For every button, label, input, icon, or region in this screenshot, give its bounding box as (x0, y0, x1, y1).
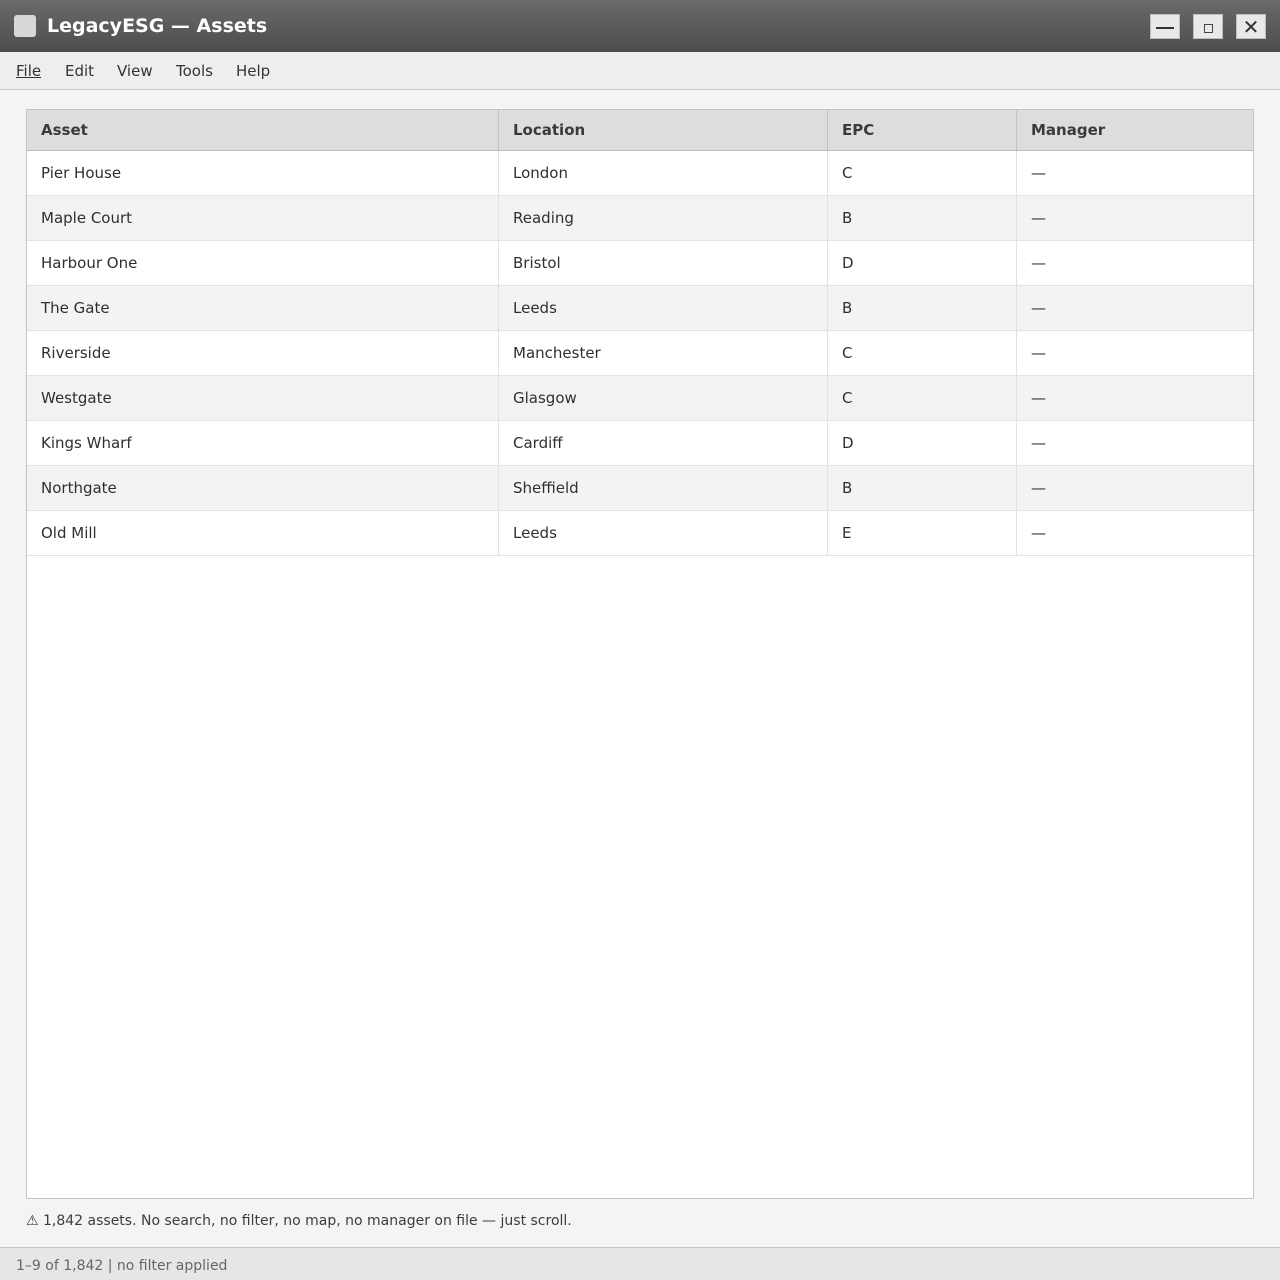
minimize-button[interactable] (1150, 14, 1180, 39)
assets-table: Asset Location EPC Manager Pier House Lon… (26, 109, 1254, 1199)
cell-manager: — (1031, 344, 1046, 362)
cell-epc: C (828, 376, 1017, 420)
table-row[interactable]: Northgate Sheffield B — (27, 466, 1253, 511)
cell-asset: Northgate (27, 466, 499, 510)
table-row[interactable]: Kings Wharf Cardiff D — (27, 421, 1253, 466)
menu-edit[interactable]: Edit (65, 61, 94, 81)
table-row[interactable]: The Gate Leeds B — (27, 286, 1253, 331)
cell-asset: Old Mill (27, 511, 499, 555)
cell-manager: — (1031, 434, 1046, 452)
status-text: 1–9 of 1,842 | no filter applied (16, 1258, 228, 1274)
menu-bar: File Edit View Tools Help (0, 52, 1280, 90)
cell-location: Manchester (499, 331, 828, 375)
cell-manager: — (1031, 209, 1046, 227)
table-row[interactable]: Riverside Manchester C — (27, 331, 1253, 376)
cell-epc: C (828, 151, 1017, 195)
menu-view[interactable]: View (117, 61, 153, 81)
cell-epc: D (828, 241, 1017, 285)
status-bar: 1–9 of 1,842 | no filter applied (0, 1247, 1280, 1280)
table-body: Pier House London C — Maple Court Reading B — Ha… (27, 151, 1253, 556)
cell-asset: The Gate (27, 286, 499, 330)
menu-help[interactable]: Help (236, 61, 270, 81)
cell-asset: Kings Wharf (27, 421, 499, 465)
cell-asset: Riverside (27, 331, 499, 375)
column-header-asset[interactable]: Asset (27, 110, 499, 150)
cell-asset: Westgate (27, 376, 499, 420)
cell-location: Leeds (499, 286, 828, 330)
cell-asset: Maple Court (27, 196, 499, 240)
cell-epc: B (828, 196, 1017, 240)
cell-manager: — (1031, 299, 1046, 317)
maximize-icon (1203, 24, 1213, 33)
cell-epc: B (828, 466, 1017, 510)
cell-location: Cardiff (499, 421, 828, 465)
cell-location: Reading (499, 196, 828, 240)
cell-manager: — (1031, 164, 1046, 182)
title-bar[interactable]: LegacyESG — Assets ✕ (0, 0, 1280, 52)
cell-epc: D (828, 421, 1017, 465)
cell-manager: — (1031, 254, 1046, 272)
menu-file[interactable]: File (16, 61, 41, 81)
app-window: LegacyESG — Assets ✕ File Edit View Tool… (0, 0, 1280, 1280)
cell-asset: Pier House (27, 151, 499, 195)
close-button[interactable]: ✕ (1236, 14, 1266, 39)
cell-manager: — (1031, 479, 1046, 497)
cell-location: Leeds (499, 511, 828, 555)
table-row[interactable]: Old Mill Leeds E — (27, 511, 1253, 556)
window-title: LegacyESG — Assets (47, 15, 268, 37)
cell-epc: C (828, 331, 1017, 375)
close-icon: ✕ (1242, 14, 1260, 39)
cell-epc: B (828, 286, 1017, 330)
cell-asset: Harbour One (27, 241, 499, 285)
table-header: Asset Location EPC Manager (27, 110, 1253, 151)
menu-tools[interactable]: Tools (176, 61, 213, 81)
table-row[interactable]: Westgate Glasgow C — (27, 376, 1253, 421)
app-icon (14, 15, 36, 37)
cell-location: Bristol (499, 241, 828, 285)
table-row[interactable]: Harbour One Bristol D — (27, 241, 1253, 286)
warning-notice: ⚠ 1,842 assets. No search, no filter, no… (26, 1213, 572, 1229)
column-header-epc[interactable]: EPC (828, 110, 1017, 150)
cell-location: Sheffield (499, 466, 828, 510)
cell-location: Glasgow (499, 376, 828, 420)
maximize-button[interactable] (1193, 14, 1223, 39)
table-row[interactable]: Maple Court Reading B — (27, 196, 1253, 241)
cell-manager: — (1031, 389, 1046, 407)
table-row[interactable]: Pier House London C — (27, 151, 1253, 196)
cell-manager: — (1031, 524, 1046, 542)
column-header-manager[interactable]: Manager (1017, 110, 1253, 150)
column-header-location[interactable]: Location (499, 110, 828, 150)
cell-epc: E (828, 511, 1017, 555)
minimize-icon (1156, 26, 1174, 29)
cell-location: London (499, 151, 828, 195)
